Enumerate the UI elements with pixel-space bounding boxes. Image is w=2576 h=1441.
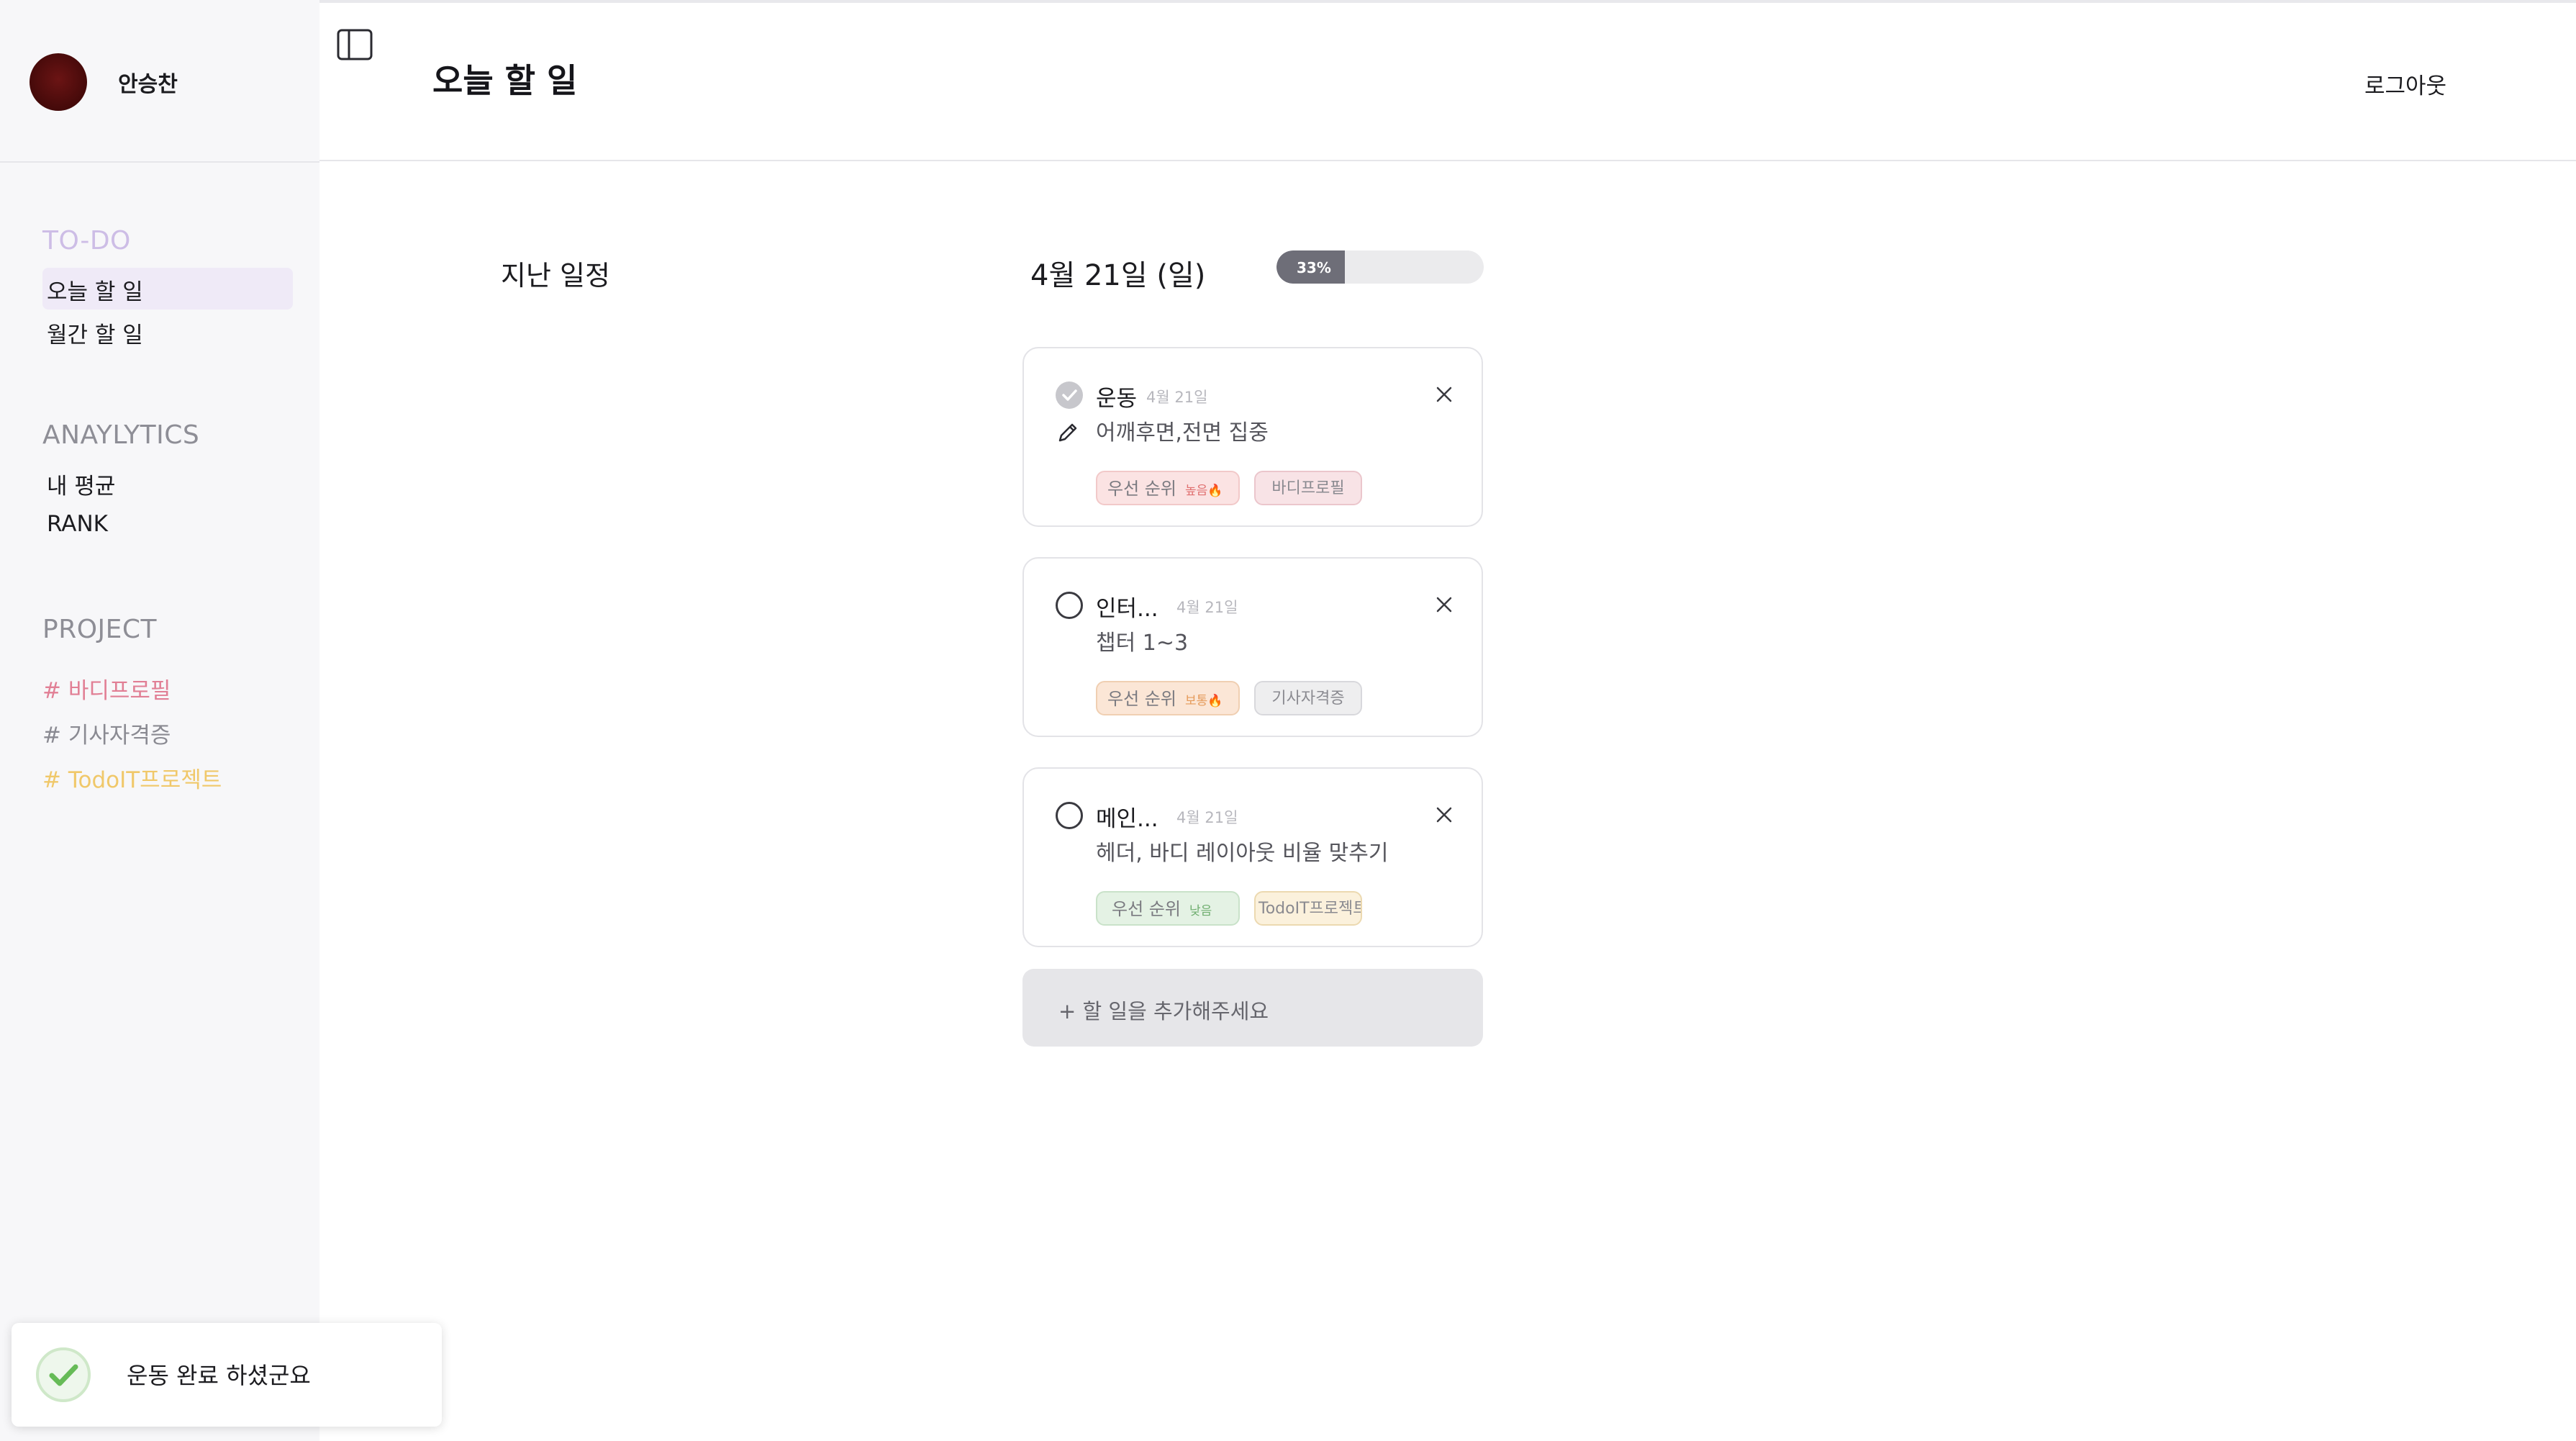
project-tag-todoit[interactable]: # TodoIT프로젝트 [42,762,222,794]
pencil-icon[interactable] [1056,419,1081,445]
profile: 안승찬 [0,0,319,163]
sidebar-item-label: RANK [47,511,109,537]
toast-message: 운동 완료 하셨군요 [127,1362,311,1389]
toast-notification: 운동 완료 하셨군요 [12,1323,442,1427]
past-schedule-title: 지난 일정 [501,260,610,292]
sidebar-toggle-icon[interactable] [337,29,373,60]
task-title: 메인... [1096,806,1158,832]
check-circle-icon[interactable] [1056,592,1083,619]
header: 오늘 할 일 로그아웃 [319,3,2576,161]
task-card[interactable]: 메인... 4월 21일 헤더, 바디 레이아웃 비율 맞추기 우선 순위 낮음 … [1022,767,1483,947]
sidebar-item-average[interactable]: 내 평균 [42,462,293,504]
priority-level: 낮음 [1189,904,1212,918]
task-title: 운동 [1096,386,1138,412]
task-description: 챕터 1~3 [1096,631,1189,656]
success-check-icon [35,1346,92,1404]
close-icon[interactable] [1431,381,1457,407]
sidebar-item-label: 내 평균 [47,474,116,500]
task-description: 어깨후면,전면 집중 [1096,420,1269,446]
section-title-todo: TO-DO [42,226,131,256]
project-chip[interactable]: TodoIT프로젝트 [1254,891,1362,926]
task-date: 4월 21일 [1146,389,1208,406]
check-icon[interactable] [1056,381,1083,409]
task-card[interactable]: 인터... 4월 21일 챕터 1~3 우선 순위 보통🔥 기사자격증 [1022,557,1483,737]
priority-chip[interactable]: 우선 순위 낮음 [1096,891,1240,926]
close-icon[interactable] [1431,592,1457,618]
page-title: 오늘 할 일 [432,61,578,100]
progress-label: 33% [1297,259,1331,276]
priority-level: 높음🔥 [1184,484,1223,498]
project-chip[interactable]: 바디프로필 [1254,471,1362,505]
close-icon[interactable] [1431,802,1457,828]
project-chip[interactable]: 기사자격증 [1254,681,1362,715]
sidebar-item-label: 오늘 할 일 [47,279,143,305]
project-tag-bodyprofile[interactable]: # 바디프로필 [42,672,171,705]
priority-chip[interactable]: 우선 순위 높음🔥 [1096,471,1240,505]
sidebar-item-monthly[interactable]: 월간 할 일 [42,311,293,353]
priority-chip[interactable]: 우선 순위 보통🔥 [1096,681,1240,715]
task-title: 인터... [1096,596,1158,622]
priority-chip-label: 우선 순위 [1107,689,1176,709]
check-circle-icon[interactable] [1056,802,1083,829]
priority-chip-label: 우선 순위 [1112,899,1181,919]
priority-chip-label: 우선 순위 [1107,479,1176,499]
task-card[interactable]: 운동 4월 21일 어깨후면,전면 집중 우선 순위 높음🔥 바디프로필 [1022,347,1483,527]
task-date: 4월 21일 [1176,809,1238,826]
username: 안승찬 [118,72,178,97]
project-tag-certificate[interactable]: # 기사자격증 [42,717,171,749]
sidebar-item-today[interactable]: 오늘 할 일 [42,268,293,310]
add-task-label: + 할 일을 추가해주세요 [1058,999,1269,1024]
add-task-button[interactable]: + 할 일을 추가해주세요 [1022,969,1483,1047]
sidebar-item-rank[interactable]: RANK [42,505,293,547]
task-description: 헤더, 바디 레이아웃 비율 맞추기 [1096,841,1389,866]
section-title-analytics: ANAYLYTICS [42,420,200,450]
date-title: 4월 21일 (일) [1030,259,1206,292]
progress-bar: 33% [1276,250,1484,284]
logout-button[interactable]: 로그아웃 [2364,68,2446,100]
task-date: 4월 21일 [1176,599,1238,616]
avatar[interactable] [30,53,87,111]
priority-level: 보통🔥 [1184,694,1223,708]
sidebar-item-label: 월간 할 일 [47,322,143,348]
sidebar: 안승찬 TO-DO 오늘 할 일 월간 할 일 ANAYLYTICS 내 평균 … [0,0,319,1441]
section-title-project: PROJECT [42,615,158,644]
